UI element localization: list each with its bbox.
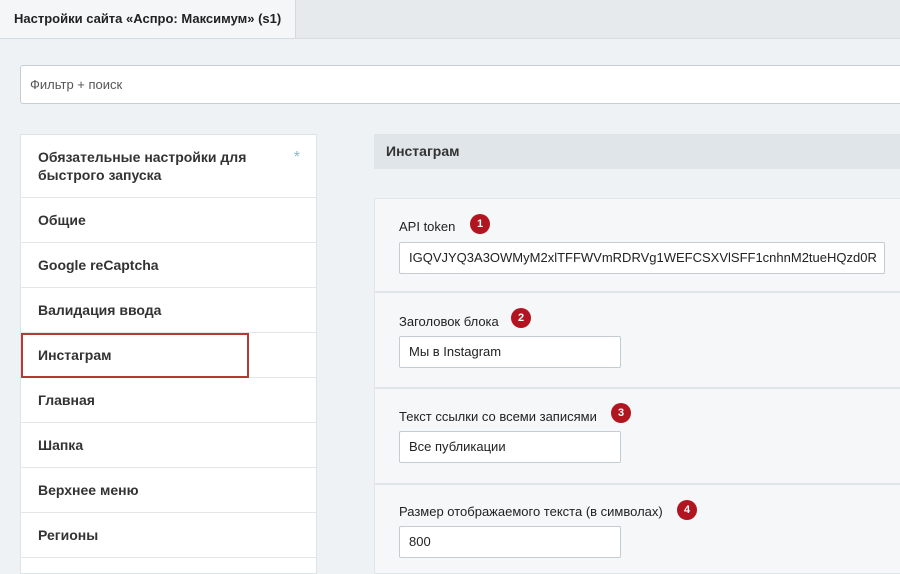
required-asterisk-icon: * — [293, 149, 300, 166]
sidebar-item-quick-start[interactable]: Обязательные настройки для быстрого запу… — [21, 135, 316, 198]
sidebar-item-top-menu[interactable]: Верхнее меню — [21, 468, 316, 513]
number-badge: 2 — [511, 308, 531, 328]
tab-bar: Настройки сайта «Аспро: Максимум» (s1) — [0, 0, 900, 39]
sidebar-item-regions[interactable]: Регионы — [21, 513, 316, 558]
field-label: Размер отображаемого текста (в символах) — [399, 504, 663, 519]
field-label: API token — [399, 219, 456, 234]
field-label: Текст ссылки со всеми записями — [399, 409, 597, 424]
sidebar-item-instagram-label: Инстаграм — [38, 347, 112, 363]
text-size-input[interactable]: 800 — [399, 526, 621, 558]
tab-site-settings[interactable]: Настройки сайта «Аспро: Максимум» (s1) — [0, 0, 296, 38]
block-title-input[interactable]: Мы в Instagram — [399, 336, 621, 368]
sidebar-item-input-validation[interactable]: Валидация ввода — [21, 288, 316, 333]
sidebar-item-label: Обязательные настройки для быстрого запу… — [38, 149, 247, 183]
api-token-input[interactable]: IGQVJYQ3A3OWMyM2xlTFFWVmRDRVg1WEFCSXVlSF… — [399, 242, 885, 274]
field-api-token: API token 1 IGQVJYQ3A3OWMyM2xlTFFWVmRDRV… — [374, 198, 900, 292]
section-title: Инстаграм — [374, 134, 900, 169]
field-block-title: Заголовок блока 2 Мы в Instagram — [374, 292, 900, 388]
settings-sidebar: Обязательные настройки для быстрого запу… — [20, 134, 317, 574]
number-badge: 1 — [470, 214, 490, 234]
field-all-posts-link-text: Текст ссылки со всеми записями 3 Все пуб… — [374, 388, 900, 484]
sidebar-item-general[interactable]: Общие — [21, 198, 316, 243]
number-badge: 4 — [677, 500, 697, 520]
field-text-size: Размер отображаемого текста (в символах)… — [374, 484, 900, 574]
sidebar-item-main[interactable]: Главная — [21, 378, 316, 423]
all-posts-link-input[interactable]: Все публикации — [399, 431, 621, 463]
sidebar-item-header[interactable]: Шапка — [21, 423, 316, 468]
number-badge: 3 — [611, 403, 631, 423]
field-label: Заголовок блока — [399, 314, 499, 329]
sidebar-item-google-recaptcha[interactable]: Google reCaptcha — [21, 243, 316, 288]
filter-search-input[interactable]: Фильтр + поиск — [20, 65, 900, 104]
